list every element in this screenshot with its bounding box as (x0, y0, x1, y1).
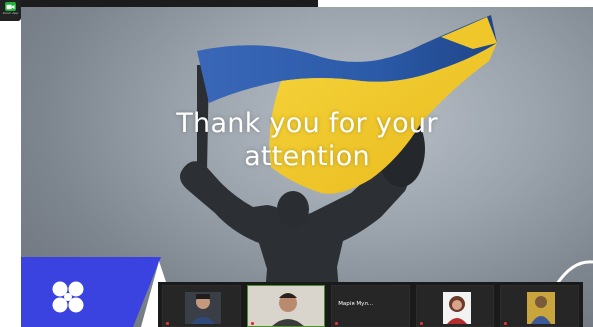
participant-name (419, 322, 425, 325)
participant-tile-active[interactable] (246, 285, 326, 327)
participant-video (527, 292, 556, 324)
participant-tile[interactable] (162, 285, 241, 327)
participant-video (442, 292, 471, 324)
brand-corner-shape (21, 257, 181, 327)
mic-muted-icon (504, 322, 508, 325)
window-top-bar (0, 0, 318, 7)
slide-title-line-1: Thank you for your (176, 108, 438, 139)
slide-title-line-2: attention (244, 141, 370, 172)
participant-display-name: Марія Мул... (338, 301, 374, 307)
participant-tile[interactable] (415, 285, 495, 327)
mic-muted-icon (166, 322, 169, 325)
participant-video (185, 292, 221, 324)
participant-name (166, 322, 171, 325)
participant-strip: Марія Мул... (158, 282, 583, 327)
participant-name (335, 322, 339, 325)
mic-muted-icon (419, 322, 423, 325)
participant-tile[interactable]: Марія Мул... (331, 285, 410, 327)
participant-video (247, 286, 325, 326)
zoom-camera-icon (5, 2, 16, 11)
mic-muted-icon (335, 322, 339, 325)
zoom-app-chip[interactable]: Zoom App (0, 0, 21, 21)
company-logo-icon (52, 281, 84, 313)
participant-tile[interactable] (500, 285, 579, 327)
app-chip-label: Zoom App (2, 11, 19, 15)
mic-muted-icon (250, 322, 254, 325)
participant-name (250, 322, 256, 325)
slide-title: Thank you for your attention (21, 107, 593, 173)
participant-name (504, 322, 509, 325)
